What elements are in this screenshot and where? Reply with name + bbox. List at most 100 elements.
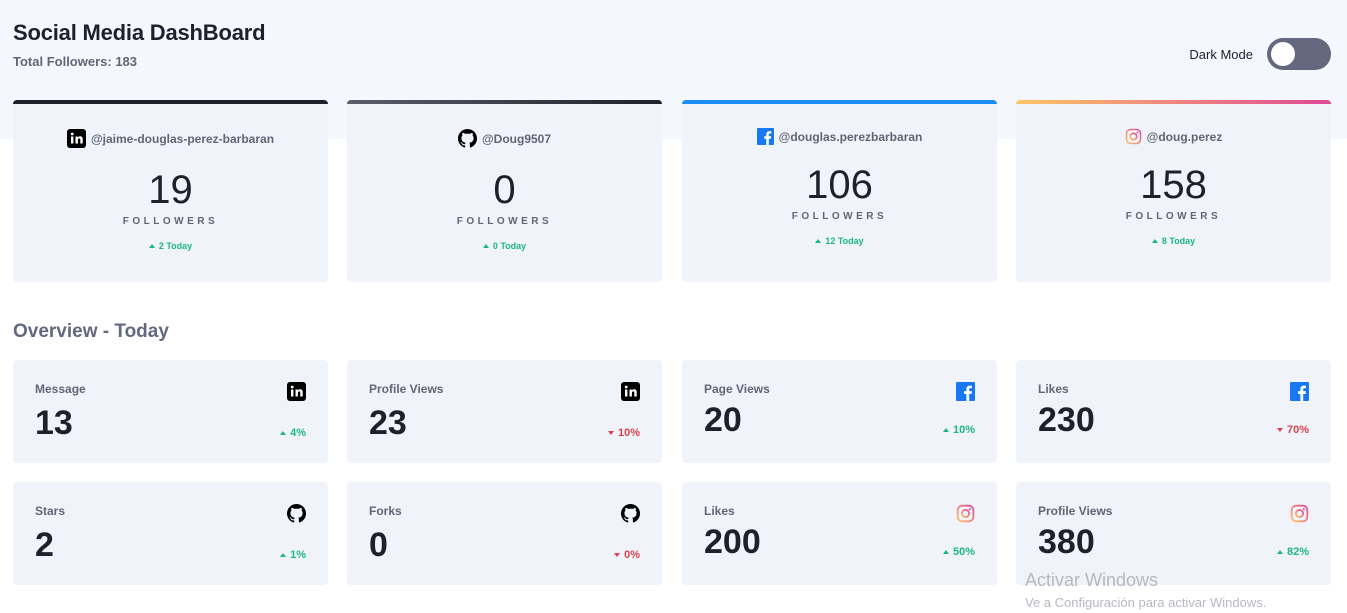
overview-value: 380 (1038, 523, 1095, 561)
overview-value: 230 (1038, 401, 1095, 439)
github-icon (457, 129, 477, 148)
card-handle-text: @douglas.perezbarbaran (778, 129, 923, 144)
arrow-up-icon (148, 244, 155, 248)
dark-mode-toggle[interactable] (1267, 38, 1331, 70)
github-icon (287, 504, 306, 523)
followers-label: FOLLOWERS (122, 216, 219, 227)
follower-count: 0 (493, 168, 516, 212)
follower-count: 106 (806, 163, 873, 207)
overview-change: 0% (614, 549, 640, 561)
overview-change-text: 0% (624, 549, 640, 561)
followers-card-facebook[interactable]: @douglas.perezbarbaran 106 FOLLOWERS 12 … (682, 100, 997, 282)
overview-card-facebook-page-views[interactable]: Page Views 20 10% (682, 360, 997, 463)
arrow-up-icon (942, 428, 949, 432)
overview-change-text: 82% (1286, 546, 1309, 558)
overview-change-text: 10% (952, 424, 975, 436)
overview-value: 200 (704, 523, 761, 561)
overview-change: 10% (942, 424, 975, 436)
overview-change: 82% (1276, 546, 1309, 558)
dark-mode-control: Dark Mode (1189, 38, 1331, 70)
page-title: Social Media DashBoard (13, 20, 266, 45)
today-change: 0 Today (347, 241, 662, 251)
card-accent-bar (347, 100, 662, 104)
card-handle-text: @doug.perez (1146, 129, 1223, 144)
overview-value: 20 (704, 401, 742, 439)
followers-label: FOLLOWERS (1125, 211, 1222, 222)
overview-change-text: 10% (617, 427, 640, 439)
overview-change: 1% (280, 549, 306, 561)
arrow-down-icon (614, 553, 621, 557)
follower-count: 158 (1140, 163, 1207, 207)
card-handle: @jaime-douglas-perez-barbaran (13, 129, 328, 148)
overview-value: 2 (35, 526, 54, 564)
arrow-up-icon (280, 553, 287, 557)
overview-label: Stars (35, 504, 66, 518)
overview-label: Profile Views (369, 382, 444, 396)
arrow-up-icon (280, 431, 287, 435)
followers-card-github[interactable]: @Doug9507 0 FOLLOWERS 0 Today (347, 100, 662, 282)
card-handle-text: @jaime-douglas-perez-barbaran (90, 131, 275, 146)
today-change: 2 Today (13, 241, 328, 251)
linkedin-icon (66, 129, 86, 148)
watermark-title: Activar Windows (1025, 570, 1159, 590)
arrow-down-icon (607, 431, 614, 435)
card-handle: @doug.perez (1016, 128, 1331, 145)
overview-change-text: 50% (952, 546, 975, 558)
overview-change: 50% (942, 546, 975, 558)
followers-card-instagram[interactable]: @doug.perez 158 FOLLOWERS 8 Today (1016, 100, 1331, 282)
overview-card-linkedin-profile-views[interactable]: Profile Views 23 10% (347, 360, 662, 463)
overview-card-instagram-likes[interactable]: Likes 200 50% (682, 482, 997, 585)
overview-value: 23 (369, 404, 407, 442)
overview-change: 70% (1276, 424, 1309, 436)
instagram-icon (956, 504, 975, 523)
followers-label: FOLLOWERS (791, 211, 888, 222)
overview-label: Likes (1038, 382, 1069, 396)
arrow-up-icon (1151, 239, 1158, 243)
total-followers: Total Followers: 183 (13, 54, 138, 69)
overview-card-github-forks[interactable]: Forks 0 0% (347, 482, 662, 585)
linkedin-icon (287, 382, 306, 401)
card-accent-bar (1016, 100, 1331, 104)
watermark-subtitle: Ve a Configuración para activar Windows. (1025, 595, 1267, 610)
arrow-up-icon (1276, 550, 1283, 554)
overview-value: 13 (35, 404, 73, 442)
card-handle: @Doug9507 (347, 129, 662, 148)
instagram-icon (1290, 504, 1309, 523)
card-accent-bar (682, 100, 997, 104)
followers-card-linkedin[interactable]: @jaime-douglas-perez-barbaran 19 FOLLOWE… (13, 100, 328, 282)
overview-value: 0 (369, 526, 388, 564)
overview-change-text: 1% (290, 549, 306, 561)
overview-card-facebook-likes[interactable]: Likes 230 70% (1016, 360, 1331, 463)
arrow-up-icon (942, 550, 949, 554)
overview-label: Page Views (704, 382, 770, 396)
today-change-text: 0 Today (492, 241, 527, 251)
linkedin-icon (621, 382, 640, 401)
arrow-up-icon (482, 244, 489, 248)
today-change-text: 12 Today (825, 236, 864, 246)
arrow-up-icon (815, 239, 822, 243)
today-change: 8 Today (1016, 236, 1331, 246)
overview-title: Overview - Today (13, 321, 169, 342)
dashboard-header: Social Media DashBoard Total Followers: … (13, 20, 1331, 80)
arrow-down-icon (1276, 428, 1283, 432)
facebook-icon (756, 128, 774, 145)
today-change-text: 2 Today (158, 241, 193, 251)
facebook-icon (956, 382, 975, 401)
card-accent-bar (13, 100, 328, 104)
overview-card-github-stars[interactable]: Stars 2 1% (13, 482, 328, 585)
followers-label: FOLLOWERS (456, 216, 553, 227)
toggle-knob (1271, 42, 1295, 66)
today-change-text: 8 Today (1161, 236, 1196, 246)
windows-activation-watermark: Activar Windows Ve a Configuración para … (1025, 570, 1266, 610)
overview-label: Profile Views (1038, 504, 1113, 518)
follower-count: 19 (148, 168, 193, 212)
overview-card-linkedin-message[interactable]: Message 13 4% (13, 360, 328, 463)
card-handle: @douglas.perezbarbaran (682, 128, 997, 145)
github-icon (621, 504, 640, 523)
overview-label: Message (35, 382, 86, 396)
facebook-icon (1290, 382, 1309, 401)
overview-change-text: 70% (1286, 424, 1309, 436)
instagram-icon (1125, 128, 1141, 145)
dark-mode-label: Dark Mode (1189, 46, 1253, 62)
overview-change: 10% (607, 427, 640, 439)
